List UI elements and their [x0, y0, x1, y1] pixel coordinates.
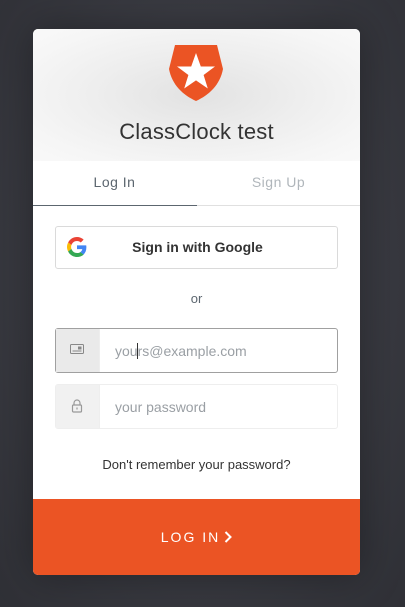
or-separator: or [190, 291, 203, 306]
lock-icon [71, 399, 83, 413]
email-field [55, 328, 338, 373]
forgot-password-link[interactable]: Don't remember your password? [33, 457, 360, 472]
text-caret [137, 343, 138, 359]
password-input[interactable] [100, 385, 330, 428]
submit-label: LOG IN [160, 529, 221, 545]
tab-sign-up[interactable]: Sign Up [197, 161, 360, 205]
id-card-icon [70, 344, 84, 354]
password-icon-box [56, 385, 100, 428]
email-icon-box [56, 329, 100, 372]
chevron-right-icon [225, 531, 233, 543]
login-card: ClassClock test Log In Sign Up Sign in w… [33, 29, 360, 575]
google-signin-label: Sign in with Google [132, 239, 263, 255]
auth0-logo-icon [169, 45, 223, 101]
app-title: ClassClock test [119, 119, 274, 144]
log-in-submit-button[interactable]: LOG IN [33, 499, 360, 575]
tab-log-in[interactable]: Log In [33, 161, 197, 206]
card-header: ClassClock test [33, 29, 360, 161]
password-field [55, 384, 338, 429]
auth-tabs: Log In Sign Up [33, 161, 360, 206]
google-signin-button[interactable]: Sign in with Google [55, 226, 338, 269]
submit-label-wrap: LOG IN [33, 499, 360, 575]
email-input[interactable] [100, 329, 330, 372]
